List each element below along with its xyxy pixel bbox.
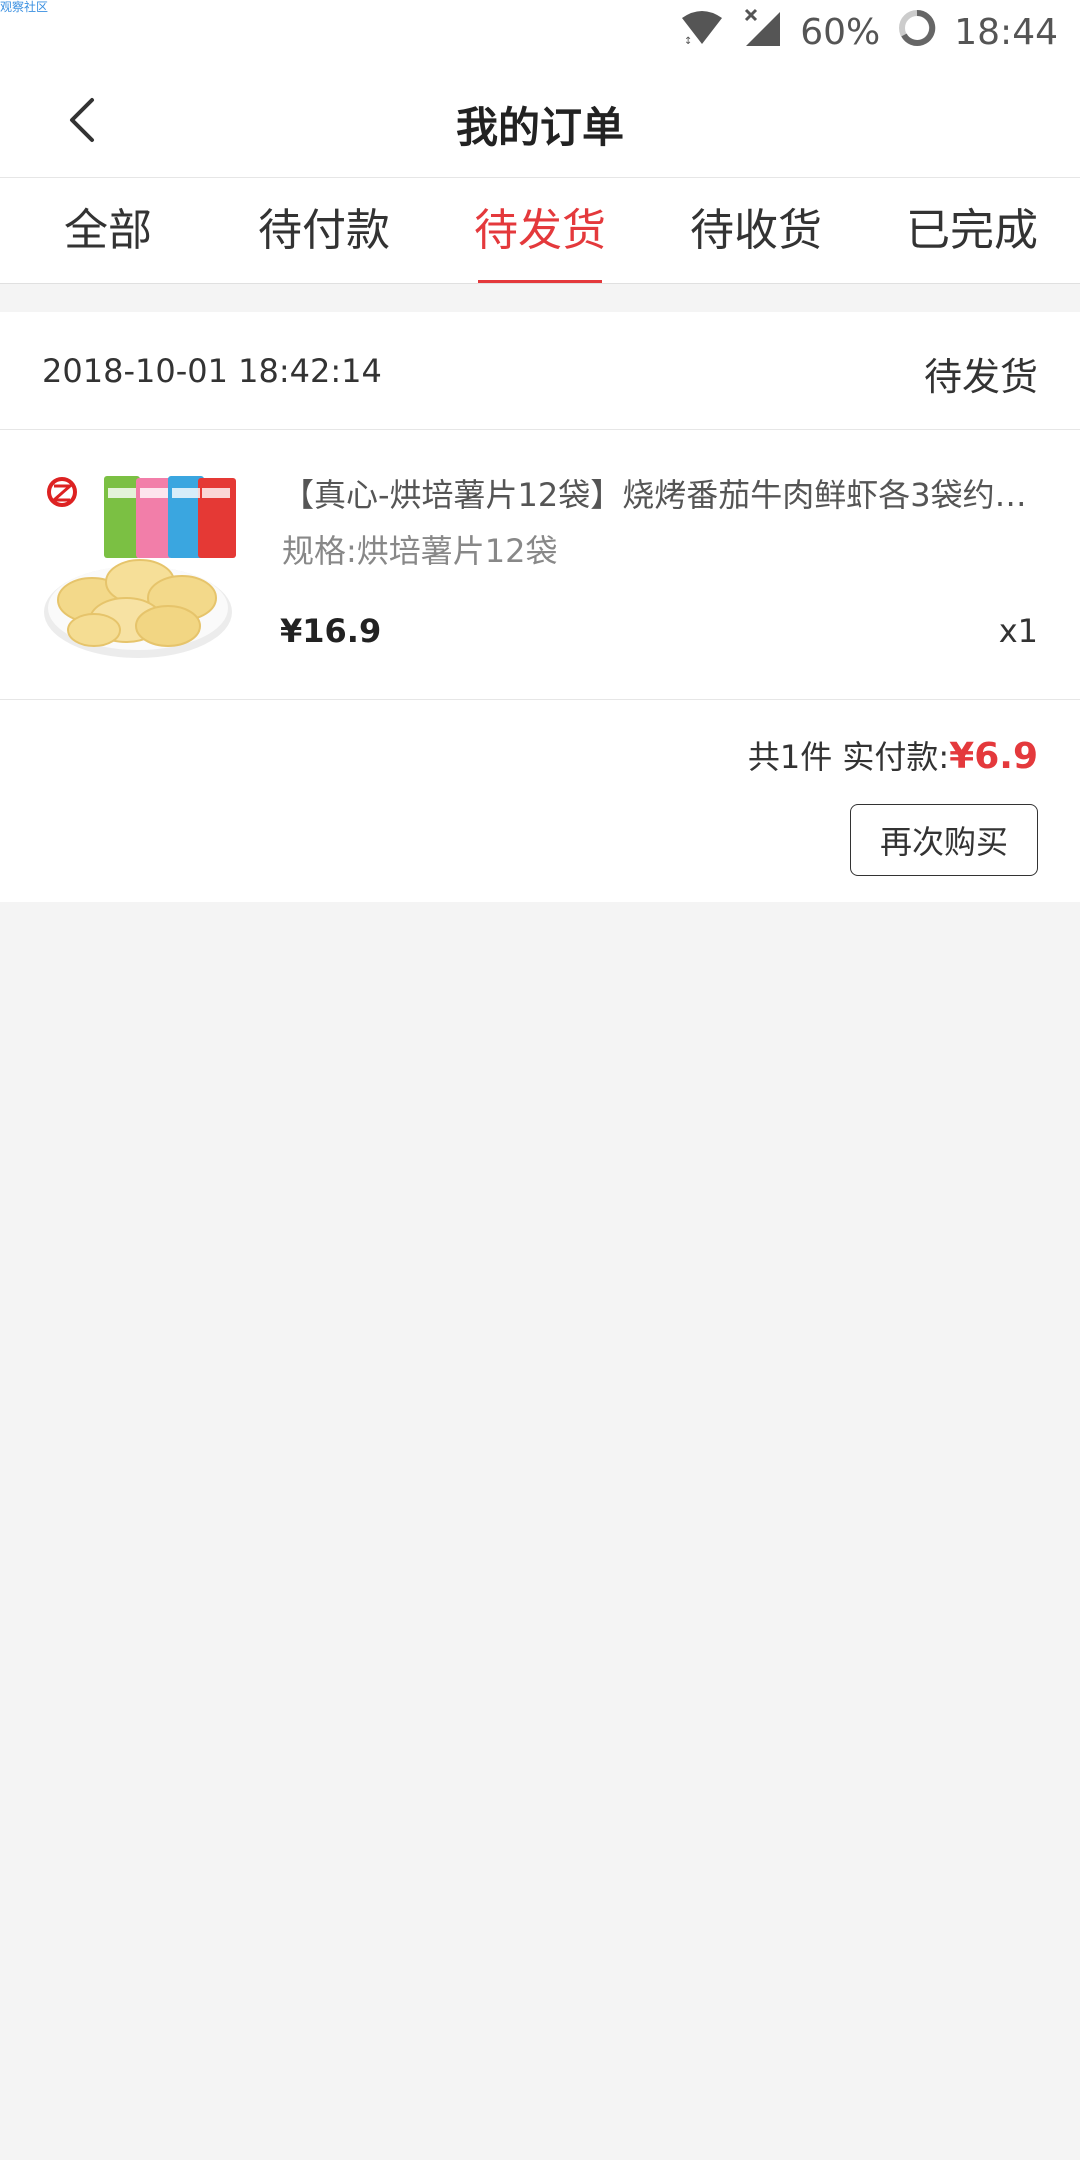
order-time: 2018-10-01 18:42:14 (42, 352, 382, 390)
rebuy-button[interactable]: 再次购买 (850, 804, 1038, 876)
order-card[interactable]: 2018-10-01 18:42:14 待发货 【真心-烘培薯片12袋】烧烤番茄… (0, 312, 1080, 902)
paid-amount: ¥6.9 (949, 736, 1038, 777)
status-bar: ↕ 60% 18:44 (0, 0, 1080, 64)
svg-text:↕: ↕ (684, 36, 692, 46)
product-title: 【真心-烘培薯片12袋】烧烤番茄牛肉鲜虾各3袋约5… (282, 476, 1042, 514)
tab-completed[interactable]: 已完成 (864, 178, 1080, 283)
wifi-icon: ↕ (680, 10, 724, 55)
clock: 18:44 (954, 11, 1058, 53)
signal-icon (742, 8, 782, 57)
order-tabs: 全部 待付款 待发货 待收货 已完成 (0, 178, 1080, 284)
watermark: 观察社区 (0, 0, 49, 14)
order-summary: 共1件 实付款: ¥6.9 (748, 732, 1038, 778)
tab-pending-payment[interactable]: 待付款 (216, 178, 432, 283)
battery-percent: 60% (800, 11, 881, 53)
product-spec: 规格:烘培薯片12袋 (282, 532, 558, 570)
product-row[interactable]: 【真心-烘培薯片12袋】烧烤番茄牛肉鲜虾各3袋约5… 规格:烘培薯片12袋 ¥1… (0, 430, 1080, 700)
product-quantity: x1 (998, 612, 1038, 650)
header: 我的订单 (0, 64, 1080, 178)
page-title: 我的订单 (455, 103, 624, 152)
screen: ↕ 60% 18:44 观察社区 我的订单 全部 待付款 待发货 待收货 已完成… (0, 0, 1080, 2160)
active-tab-underline (478, 280, 602, 283)
tab-pending-receipt[interactable]: 待收货 (648, 178, 864, 283)
tab-pending-shipment[interactable]: 待发货 (432, 178, 648, 283)
product-price: ¥16.9 (280, 612, 382, 650)
product-image (42, 470, 240, 668)
battery-ring-icon (898, 9, 936, 56)
order-status: 待发货 (923, 355, 1038, 399)
tab-all[interactable]: 全部 (0, 178, 216, 283)
summary-label: 共1件 实付款: (747, 738, 950, 776)
order-header: 2018-10-01 18:42:14 待发货 (0, 312, 1080, 430)
